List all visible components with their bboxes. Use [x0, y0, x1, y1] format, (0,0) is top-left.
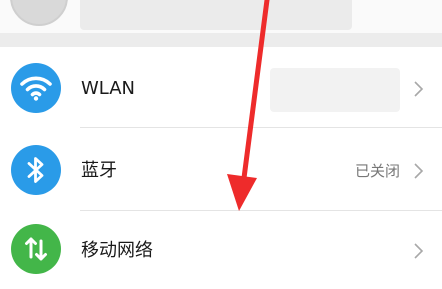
red-arrow-annotation	[227, 0, 270, 211]
